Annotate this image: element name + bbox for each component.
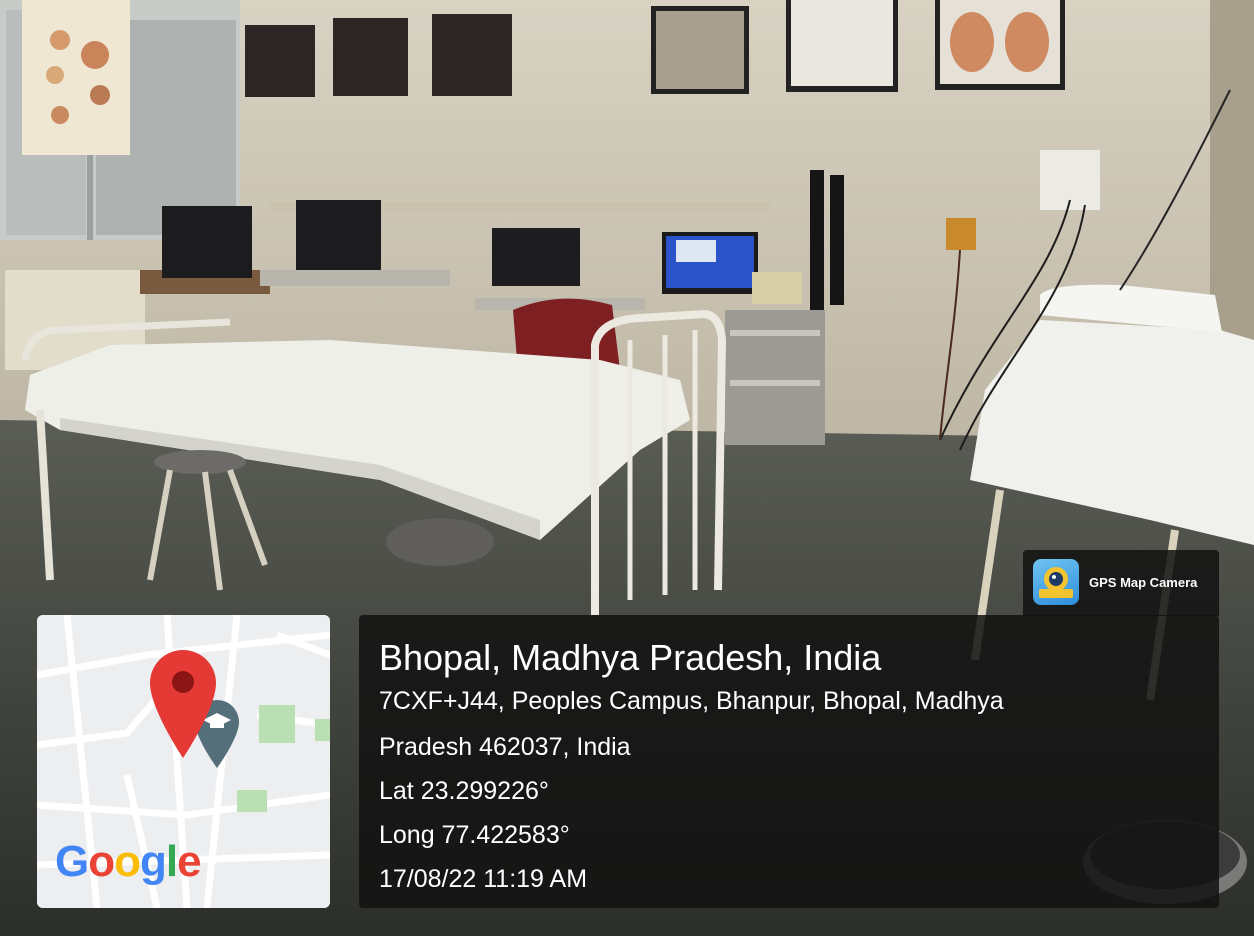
google-logo-letter: l: [165, 837, 178, 886]
address-line-1: 7CXF+J44, Peoples Campus, Bhanpur, Bhopa…: [379, 687, 1004, 715]
latitude-readout: Lat 23.299226°: [379, 777, 549, 805]
address-line-2: Pradesh 462037, India: [379, 733, 631, 761]
photo-scene: Google GPS Map Camera Bhopal, Madhya Pra…: [0, 0, 1254, 936]
timestamp: 17/08/22 11:19 AM: [379, 865, 588, 893]
map-thumbnail[interactable]: Google: [37, 615, 330, 908]
app-name-label: GPS Map Camera: [1089, 575, 1198, 590]
google-logo: Google: [55, 837, 202, 887]
gps-map-camera-badge: GPS Map Camera: [1023, 550, 1219, 616]
city-title: Bhopal, Madhya Pradesh, India: [379, 637, 882, 678]
google-logo-letter: G: [55, 837, 89, 886]
google-logo-letter: o: [88, 837, 115, 886]
google-logo-letter: o: [114, 837, 141, 886]
location-info-panel: Bhopal, Madhya Pradesh, India 7CXF+J44, …: [359, 615, 1219, 908]
longitude-readout: Long 77.422583°: [379, 821, 570, 849]
gps-camera-icon: [1033, 559, 1079, 605]
google-logo-letter: e: [177, 837, 202, 886]
google-logo-letter: g: [140, 837, 167, 886]
